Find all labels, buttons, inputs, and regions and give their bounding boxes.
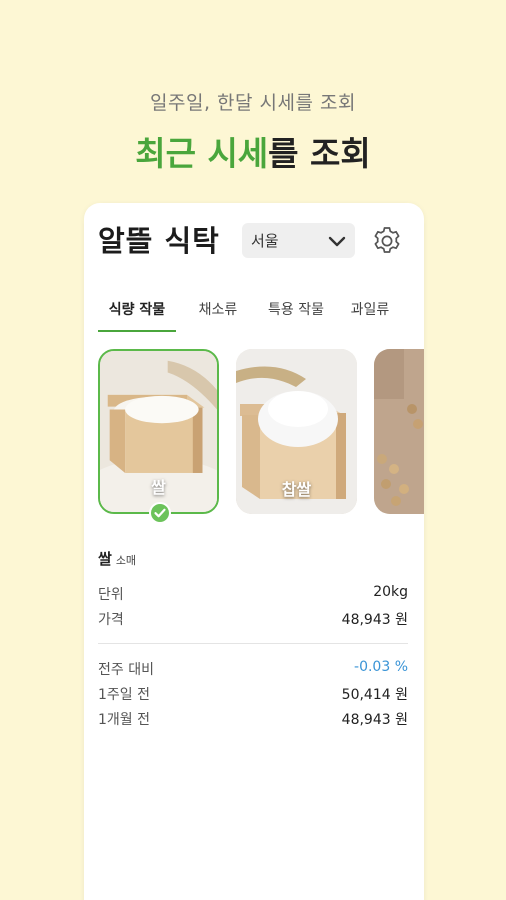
month-ago-value: 48,943 원 bbox=[341, 712, 408, 728]
crop-card-beans[interactable] bbox=[374, 349, 424, 514]
wow-row: 전주 대비 -0.03 % bbox=[98, 659, 408, 681]
gear-icon[interactable] bbox=[371, 225, 403, 257]
unit-row: 단위 20kg bbox=[98, 584, 408, 606]
detail-name-text: 쌀 bbox=[98, 550, 112, 568]
promo-title-accent: 최근 시세 bbox=[135, 134, 269, 173]
promo-title-rest: 를 조회 bbox=[268, 134, 371, 173]
month-ago-row: 1개월 전 48,943 원 bbox=[98, 709, 408, 731]
crop-card-label: 쌀 bbox=[151, 478, 166, 497]
detail-grade: 소매 bbox=[115, 554, 137, 567]
unit-value: 20kg bbox=[373, 584, 408, 600]
promo-subtitle: 일주일, 한달 시세를 조회 bbox=[150, 92, 356, 114]
wow-value: -0.03 % bbox=[354, 659, 408, 675]
week-ago-row: 1주일 전 50,414 원 bbox=[98, 684, 408, 706]
tab-fruits[interactable]: 과일류 bbox=[340, 299, 400, 333]
crop-card-label: 찹쌀 bbox=[281, 480, 312, 499]
category-tabs: 식량 작물 채소류 특용 작물 과일류 bbox=[98, 299, 418, 335]
check-icon bbox=[149, 502, 171, 524]
tab-food-crops[interactable]: 식량 작물 bbox=[98, 299, 176, 333]
wow-label: 전주 대비 bbox=[98, 662, 154, 678]
region-select[interactable]: 서울 bbox=[242, 223, 355, 258]
month-ago-label: 1개월 전 bbox=[98, 712, 150, 728]
region-select-value: 서울 bbox=[251, 232, 279, 250]
week-ago-label: 1주일 전 bbox=[98, 687, 150, 703]
active-tab-indicator bbox=[98, 330, 176, 332]
price-label: 가격 bbox=[98, 612, 124, 628]
price-row: 가격 48,943 원 bbox=[98, 609, 408, 631]
crop-card-list: 쌀 찹쌀 bbox=[98, 349, 424, 529]
detail-crop-name: 쌀 소매 bbox=[98, 548, 136, 569]
tab-special-crops[interactable]: 특용 작물 bbox=[258, 299, 334, 333]
promo-title: 최근 시세를 조회 bbox=[0, 127, 506, 175]
app-title: 알뜰 식탁 bbox=[98, 224, 220, 258]
app-screen: 알뜰 식탁 서울 식량 작물 채소류 특용 작물 과일류 쌀 찹쌀 쌀 소매 단… bbox=[84, 203, 424, 900]
unit-label: 단위 bbox=[98, 587, 124, 603]
chevron-down-icon bbox=[328, 236, 346, 246]
crop-card-sweet-rice[interactable]: 찹쌀 bbox=[236, 349, 357, 514]
price-value: 48,943 원 bbox=[341, 612, 408, 628]
tab-vegetables[interactable]: 채소류 bbox=[184, 299, 252, 333]
crop-card-rice[interactable]: 쌀 bbox=[98, 349, 219, 514]
beans-image bbox=[374, 349, 424, 514]
divider bbox=[98, 643, 408, 644]
week-ago-value: 50,414 원 bbox=[341, 687, 408, 703]
